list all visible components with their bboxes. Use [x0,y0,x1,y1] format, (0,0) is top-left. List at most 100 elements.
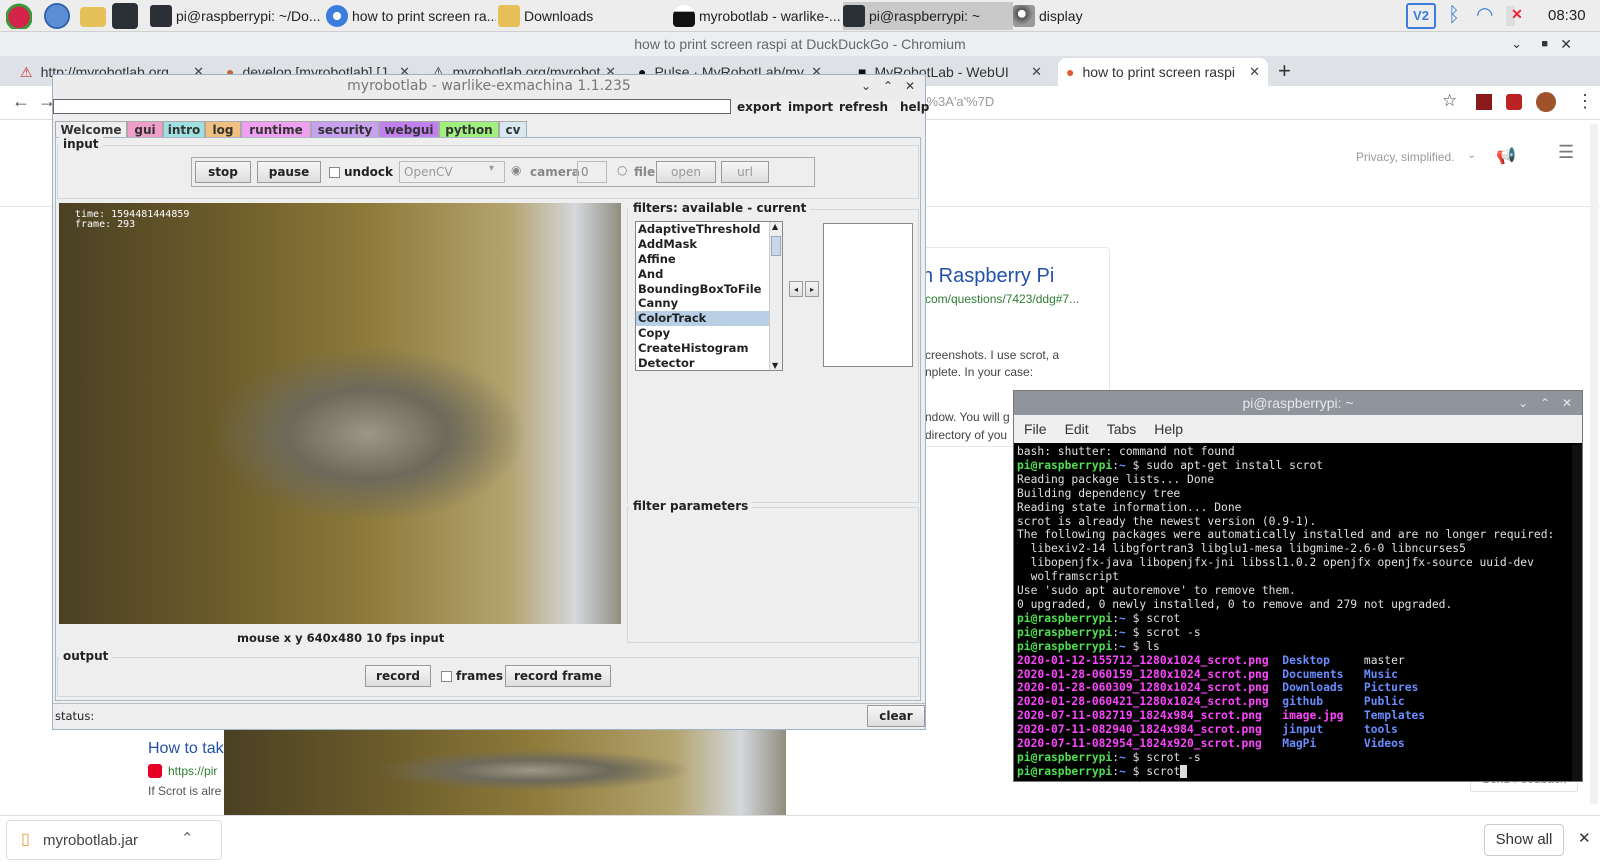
tab-welcome[interactable]: Welcome [55,121,127,138]
bluetooth-icon[interactable]: ᛒ [1448,4,1460,27]
chevron-down-icon[interactable]: ▾ [489,163,494,174]
close-tab-icon[interactable]: ✕ [1031,64,1042,80]
terminal-title-bar[interactable]: pi@raspberrypi: ~ ⌄ ⌃ ✕ [1014,391,1582,415]
filter-item[interactable]: Copy [636,326,782,341]
terminal-output[interactable]: bash: shutter: command not found pi@raspb… [1014,443,1582,779]
address-url-fragment[interactable]: '%3A'a'%7D [924,94,994,109]
result-url[interactable]: com/questions/7423/ddg#7... [925,292,1079,306]
mrl-command-input[interactable] [53,99,731,114]
result-title-link[interactable]: n Raspberry Pi [922,265,1054,288]
maximize-icon[interactable]: ⌃ [1540,391,1550,415]
vnc-icon[interactable]: V2 [1406,3,1436,29]
edit-menu[interactable]: Edit [1065,421,1089,437]
bookmark-star-icon[interactable]: ☆ [1442,91,1457,111]
tab-runtime[interactable]: runtime [241,121,311,138]
volume-muted-icon[interactable]: ✕ [1506,6,1528,26]
url-button[interactable]: url [721,161,769,183]
terminal-launcher-icon[interactable] [112,3,138,29]
tab-webgui[interactable]: webgui [379,121,439,138]
filter-item[interactable]: AddMask [636,237,782,252]
ublock-icon[interactable] [1506,94,1522,110]
filter-item[interactable]: CreateHistogram [636,341,782,356]
scroll-thumb[interactable] [771,236,781,256]
profile-avatar[interactable] [1536,92,1556,112]
help-menu[interactable]: help [900,100,929,114]
task-downloads-folder[interactable]: Downloads [498,2,668,30]
filters-scrollbar[interactable]: ▲ ▼ [769,222,782,370]
minimize-icon[interactable]: ⌄ [1511,32,1522,56]
result2-url[interactable]: https://pir [168,764,217,778]
filter-item-selected[interactable]: ColorTrack [636,311,782,327]
close-tab-icon[interactable]: ✕ [1249,64,1260,80]
terminal-scrollbar[interactable] [1572,445,1582,781]
undock-checkbox[interactable] [329,167,340,178]
open-button[interactable]: open [656,161,716,183]
clock[interactable]: 08:30 [1548,7,1586,24]
tab-security[interactable]: security [311,121,379,138]
page-scrollbar[interactable] [1590,124,1598,804]
help-menu[interactable]: Help [1154,421,1183,437]
pause-button[interactable]: pause [257,161,321,183]
task-terminal-home[interactable]: pi@raspberrypi: ~ [843,2,1013,30]
privacy-tagline[interactable]: Privacy, simplified. [1356,150,1454,164]
filter-item[interactable]: And [636,267,782,282]
web-browser-icon[interactable] [44,3,70,29]
mrl-title-bar[interactable]: myrobotlab - warlike-exmachina 1.1.235 ⌄… [53,75,925,99]
megaphone-icon[interactable]: 📢 [1496,146,1516,166]
chevron-up-icon[interactable]: ⌃ [181,829,194,847]
add-filter-icon[interactable]: ▸ [805,281,819,297]
filter-item[interactable]: Affine [636,252,782,267]
task-display[interactable]: display [1013,2,1183,30]
hamburger-menu-icon[interactable]: ☰ [1558,142,1574,163]
current-filters-list[interactable] [823,223,913,367]
stop-button[interactable]: stop [195,161,251,183]
extension-icon[interactable] [1476,94,1492,110]
chevron-down-icon[interactable]: ⌄ [1467,148,1476,161]
camera-radio[interactable]: ◉ [511,163,521,177]
tab-gui[interactable]: gui [127,121,163,138]
import-menu[interactable]: import [788,100,833,114]
new-tab-icon[interactable]: + [1278,58,1291,84]
show-all-button[interactable]: Show all [1484,824,1564,856]
filter-item[interactable]: Canny [636,296,782,311]
clear-button[interactable]: clear [867,705,925,727]
minimize-icon[interactable]: ⌄ [1518,391,1528,415]
task-chromium[interactable]: how to print screen ra... [326,2,496,30]
tab-intro[interactable]: intro [163,121,205,138]
scroll-up-icon[interactable]: ▲ [772,222,778,231]
tabs-menu[interactable]: Tabs [1107,421,1137,437]
tab-duckduckgo-search[interactable]: ● how to print screen raspi ✕ [1058,58,1268,86]
remove-filter-icon[interactable]: ◂ [789,281,803,297]
camera-index-select[interactable]: 0 [577,161,607,183]
task-myrobotlab[interactable]: myrobotlab - warlike-... [673,2,843,30]
browser-menu-icon[interactable]: ⋮ [1576,91,1594,112]
filter-item[interactable]: AdaptiveThreshold [636,222,782,237]
export-menu[interactable]: export [737,100,781,114]
file-menu[interactable]: File [1024,421,1047,437]
filter-item[interactable]: BoundingBoxToFile [636,282,782,297]
refresh-menu[interactable]: refresh [839,100,888,114]
frames-checkbox[interactable] [441,671,452,682]
close-icon[interactable]: ✕ [905,75,915,97]
tab-log[interactable]: log [205,121,241,138]
available-filters-list[interactable]: AdaptiveThreshold AddMask Affine And Bou… [635,221,783,371]
record-button[interactable]: record [365,665,431,687]
close-icon[interactable]: ✕ [1562,391,1572,415]
result2-title-link[interactable]: How to tak [148,740,224,758]
back-icon[interactable]: ← [12,91,30,112]
maximize-icon[interactable]: ⌃ [883,75,893,97]
minimize-icon[interactable]: ⌄ [861,75,871,97]
video-display[interactable]: time: 1594481444859 frame: 293 [59,203,621,624]
tab-python[interactable]: python [439,121,499,138]
scroll-down-icon[interactable]: ▼ [772,361,778,370]
close-icon[interactable]: ✕ [1560,32,1572,56]
close-shelf-icon[interactable]: ✕ [1578,829,1591,847]
wifi-icon[interactable]: ◠ [1476,2,1493,27]
task-terminal-downloads[interactable]: pi@raspberrypi: ~/Do... [150,2,320,30]
record-frame-button[interactable]: record frame [505,665,611,687]
raspberry-menu-icon[interactable] [6,3,32,29]
file-manager-icon[interactable] [80,7,106,27]
maximize-icon[interactable]: ■ [1541,32,1548,56]
filter-item[interactable]: Detector [636,356,782,370]
tab-cv[interactable]: cv [499,121,527,138]
